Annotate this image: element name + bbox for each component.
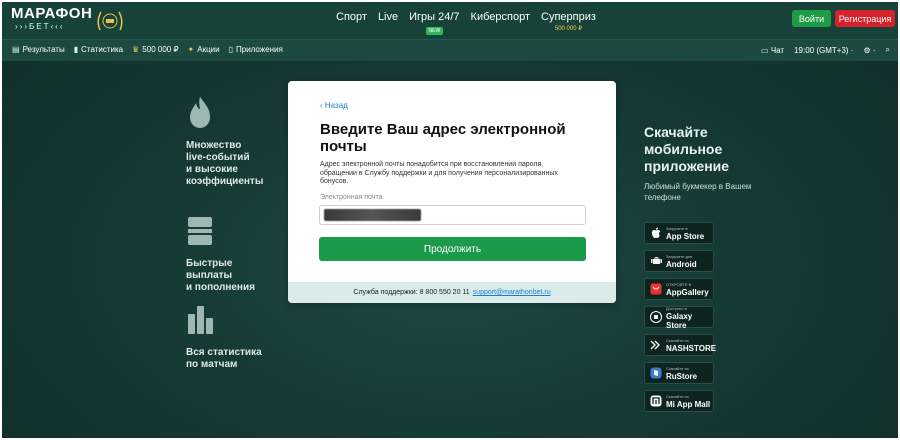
trophy-icon: ♛ (132, 45, 140, 54)
galaxystore-button[interactable]: Доступно в Galaxy Store (644, 306, 714, 330)
apps-subtitle: Любимый букмекер в Вашем телефоне (644, 182, 752, 202)
new-badge: NEW (425, 27, 444, 35)
email-modal: ‹ Назад Введите Ваш адрес электронной по… (288, 81, 616, 303)
subnav-apps[interactable]: ▯ Приложения (229, 45, 283, 54)
promo-icon: ✦ (187, 45, 195, 54)
apps-title: Скачайте мобильное приложение (644, 124, 730, 174)
feature-stats-text: Вся статистика по матчам (186, 347, 262, 370)
nav-games[interactable]: Игры 24/7 NEW (409, 11, 460, 35)
phone-icon: ▯ (228, 45, 233, 54)
support-phone: Служба поддержки: 8 800 550 20 11 (353, 289, 470, 296)
subnav-prize[interactable]: ♛ 500 000 ₽ (132, 45, 178, 54)
huawei-icon (650, 283, 662, 295)
cards-icon (188, 217, 212, 245)
brand-logo[interactable]: МАРАФОН ›››БЕТ‹‹‹ (11, 5, 93, 36)
galaxy-icon (650, 311, 662, 323)
superprize-amount: 500 000 ₽ (554, 26, 583, 32)
top-header: МАРАФОН ›››БЕТ‹‹‹ Спорт Live Игры 24/7 N… (2, 2, 898, 39)
redacted-email (324, 209, 421, 221)
settings-icon[interactable]: ⚙ · (863, 46, 875, 55)
subnav-statistics[interactable]: ▮ Статистика (74, 45, 123, 54)
appstore-button[interactable]: Загрузите в App Store (644, 222, 714, 244)
continue-button[interactable]: Продолжить (319, 237, 586, 261)
subnav-promotions[interactable]: ✦ Акции (188, 45, 220, 54)
modal-description: Адрес электронной почты понадобится при … (320, 161, 558, 185)
nav-live[interactable]: Live (378, 11, 398, 35)
support-email-link[interactable]: support@marathonbet.ru (473, 289, 551, 296)
page-frame: МАРАФОН ›››БЕТ‹‹‹ Спорт Live Игры 24/7 N… (2, 2, 898, 438)
secondary-nav: ▤ Результаты ▮ Статистика ♛ 500 000 ₽ ✦ … (2, 39, 898, 61)
logo-title: МАРАФОН (11, 5, 93, 22)
apple-icon (650, 227, 662, 239)
subnav-results[interactable]: ▤ Результаты (12, 45, 65, 54)
search-icon[interactable]: ⌕ (886, 45, 890, 55)
nav-superprize[interactable]: Суперприз 500 000 ₽ (541, 11, 596, 35)
statistics-icon: ▮ (73, 45, 79, 54)
logo-subtitle: ›››БЕТ‹‹‹ (15, 22, 65, 31)
main-nav: Спорт Live Игры 24/7 NEW Киберспорт Супе… (336, 11, 596, 35)
time-selector[interactable]: 19:00 (GMT+3) · (794, 46, 853, 55)
register-button[interactable]: Регистрация (835, 10, 895, 27)
android-icon (650, 255, 662, 267)
email-label: Электронная почта (320, 194, 383, 201)
back-link[interactable]: ‹ Назад (320, 101, 348, 110)
appgallery-button[interactable]: ОТКРОЙТЕ В AppGallery (644, 278, 714, 300)
android-button[interactable]: Загрузите для Android (644, 250, 714, 272)
feature-live-text: Множество live-событий и высокие коэффиц… (186, 140, 264, 187)
award-laurel-icon (97, 11, 123, 31)
nav-esports[interactable]: Киберспорт (471, 11, 530, 35)
modal-title: Введите Ваш адрес электронной почты (320, 121, 566, 155)
support-footer: Служба поддержки: 8 800 550 20 11 suppor… (288, 282, 616, 303)
chat-link[interactable]: ▭ Чат (761, 46, 784, 55)
feature-live: Множество live-событий и высокие коэффиц… (186, 95, 263, 188)
login-button[interactable]: Войти (792, 10, 831, 27)
results-icon: ▤ (12, 45, 20, 54)
nashstore-button[interactable]: Скачайте из NASHSTORE (644, 334, 716, 356)
feature-payments: Быстрые выплаты и пополнения (186, 213, 255, 294)
flame-icon (190, 97, 210, 128)
miappmall-button[interactable]: Скачайте из Mi App Mall (644, 390, 714, 412)
feature-stats: Вся статистика по матчам (186, 302, 262, 371)
rustore-icon (650, 367, 662, 379)
bar-stats-icon (188, 306, 213, 334)
rustore-button[interactable]: Скачайте из RuStore (644, 362, 714, 384)
nashstore-icon (650, 339, 662, 351)
mi-icon (650, 395, 662, 407)
nav-sport[interactable]: Спорт (336, 11, 367, 35)
feature-payments-text: Быстрые выплаты и пополнения (186, 258, 255, 293)
